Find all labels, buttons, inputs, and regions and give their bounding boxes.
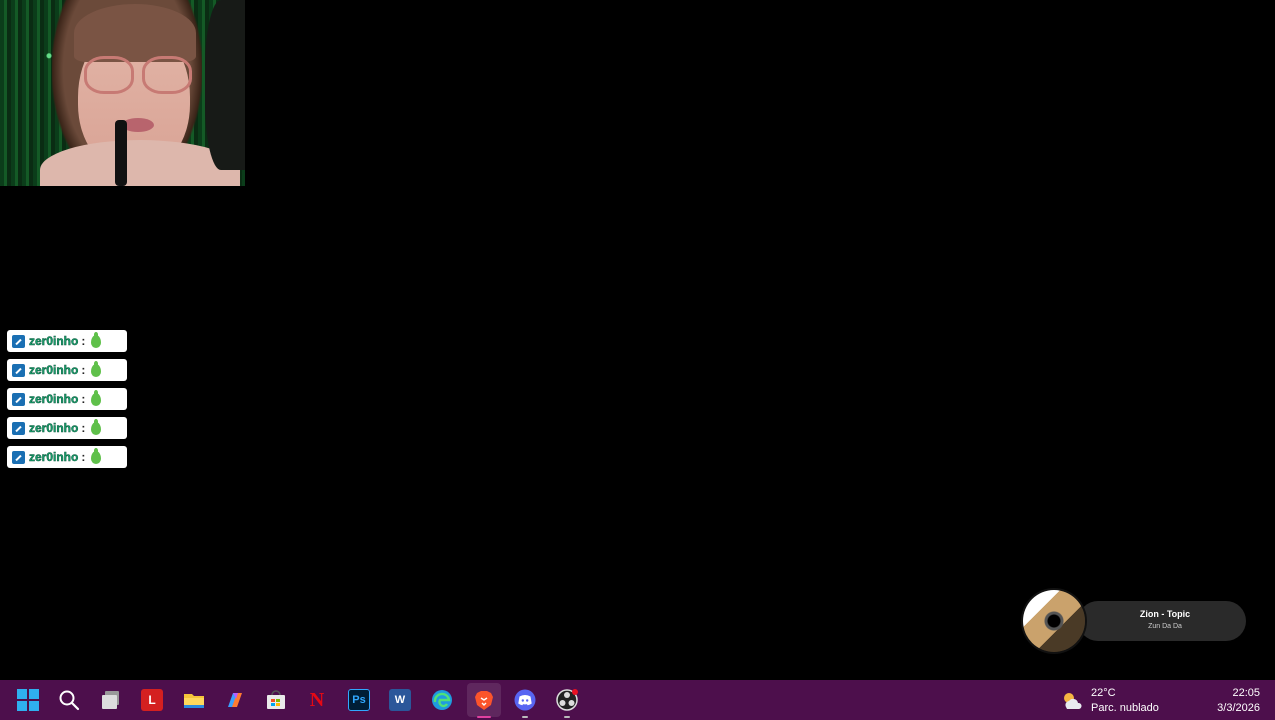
photoshop-label: Ps — [352, 694, 366, 706]
start-icon[interactable] — [17, 689, 39, 711]
file-explorer-icon[interactable] — [183, 689, 205, 711]
chat-message: zer0inho : — [7, 446, 127, 468]
webcam-glasses-right — [142, 56, 192, 94]
drop-emote-icon — [91, 418, 102, 435]
obs-icon[interactable] — [556, 689, 578, 711]
task-view-icon[interactable] — [100, 689, 122, 711]
weather-condition: Parc. nublado — [1091, 702, 1159, 714]
microsoft-store-icon[interactable] — [265, 689, 287, 711]
obs-running-indicator — [564, 716, 570, 718]
copilot-icon[interactable] — [224, 689, 246, 711]
chat-message: zer0inho : — [7, 417, 127, 439]
webcam-headset — [205, 0, 245, 170]
photoshop-icon[interactable]: Ps — [348, 689, 370, 711]
l-app-label: L — [148, 693, 156, 707]
chat-badge-icon — [12, 363, 25, 377]
chat-badge-icon — [12, 421, 25, 435]
system-clock[interactable]: 22:05 3/3/2026 — [1217, 686, 1260, 716]
partly-cloudy-icon — [1064, 693, 1082, 709]
netflix-icon[interactable]: N — [306, 689, 328, 711]
webcam-glasses-left — [84, 56, 134, 94]
album-art-disc-icon — [1023, 590, 1085, 652]
chat-separator: : — [81, 450, 86, 464]
chat-username: zer0inho — [29, 392, 79, 407]
chat-message: zer0inho : — [7, 330, 127, 352]
chat-badge-icon — [12, 450, 25, 464]
now-playing-track: Zun Da Da — [1148, 623, 1182, 630]
chat-badge-icon — [12, 392, 25, 406]
brave-icon[interactable] — [473, 689, 495, 711]
l-app-icon[interactable]: L — [141, 689, 163, 711]
chat-overlay: zer0inho : zer0inho : zer0inho : zer0inh… — [7, 330, 127, 475]
chat-username: zer0inho — [29, 421, 79, 436]
discord-running-indicator — [522, 716, 528, 718]
clock-date: 3/3/2026 — [1217, 702, 1260, 714]
webcam-bangs — [74, 4, 196, 62]
netflix-label: N — [309, 688, 325, 711]
now-playing-widget: Zion - Topic Zun Da Da — [1018, 590, 1246, 652]
chat-separator: : — [81, 392, 86, 406]
chat-message: zer0inho : — [7, 359, 127, 381]
now-playing-pill — [1078, 601, 1246, 641]
webcam-microphone — [115, 120, 127, 186]
drop-emote-icon — [91, 360, 102, 377]
webcam-overlay — [0, 0, 245, 186]
drop-emote-icon — [91, 447, 102, 464]
chat-badge-icon — [12, 334, 25, 348]
taskbar: L N Ps W 22°C Parc. nublado 22:05 3/3/20… — [0, 680, 1275, 720]
now-playing-title: Zion - Topic — [1139, 609, 1191, 619]
chat-username: zer0inho — [29, 334, 79, 349]
discord-icon[interactable] — [514, 689, 536, 711]
chat-separator: : — [81, 421, 86, 435]
brave-active-indicator — [477, 716, 491, 718]
word-label: W — [394, 694, 406, 706]
drop-emote-icon — [91, 331, 102, 348]
weather-widget[interactable]: 22°C Parc. nublado — [1060, 686, 1159, 716]
drop-emote-icon — [91, 389, 102, 406]
chat-message: zer0inho : — [7, 388, 127, 410]
chat-username: zer0inho — [29, 363, 79, 378]
search-icon[interactable] — [58, 689, 80, 711]
word-icon[interactable]: W — [389, 689, 411, 711]
clock-time: 22:05 — [1232, 687, 1260, 699]
edge-icon[interactable] — [431, 689, 453, 711]
chat-separator: : — [81, 334, 86, 348]
weather-temp: 22°C — [1091, 687, 1116, 699]
chat-separator: : — [81, 363, 86, 377]
chat-username: zer0inho — [29, 450, 79, 465]
